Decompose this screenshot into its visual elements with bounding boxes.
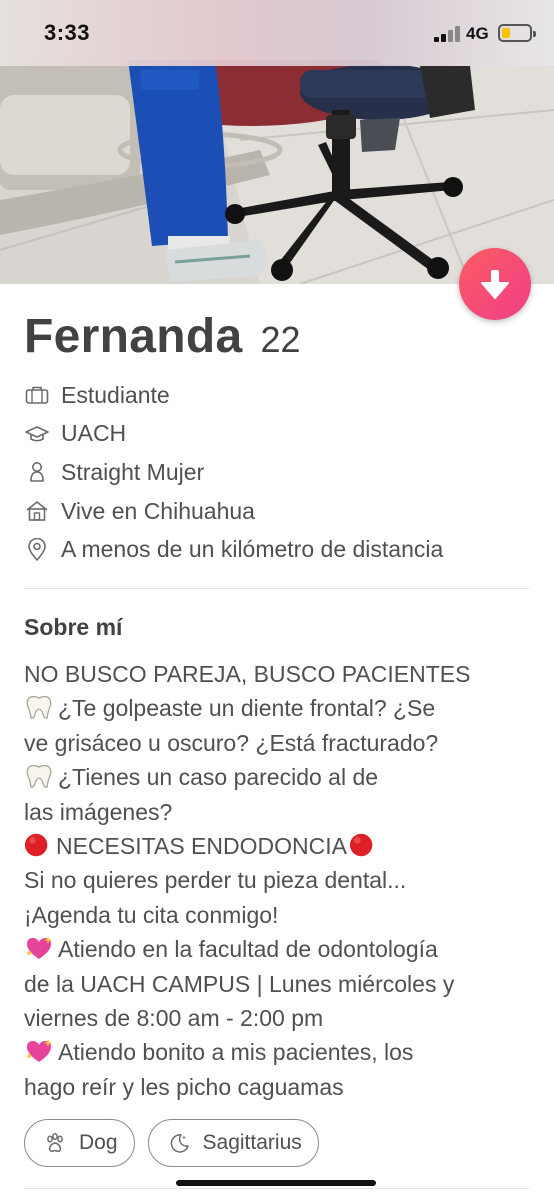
- battery-icon: [498, 24, 536, 42]
- status-bar: 3:33 4G: [0, 0, 554, 66]
- sparkling-heart-emoji-icon: [26, 936, 52, 960]
- bio-line: Atiendo bonito a mis pacientes, los: [24, 1035, 544, 1069]
- bio-line: ¿Te golpeaste un diente frontal? ¿Se: [24, 691, 544, 725]
- red-circle-emoji-icon: [24, 833, 48, 857]
- info-row-city: Vive en Chihuahua: [24, 492, 534, 531]
- info-city-text: Vive en Chihuahua: [61, 497, 255, 524]
- tag-chip-pet[interactable]: Dog: [24, 1119, 135, 1167]
- bio-line: hago reír y les picho caguamas: [24, 1073, 344, 1100]
- profile-name: Fernanda: [24, 310, 243, 363]
- moon-icon: [167, 1131, 191, 1155]
- paw-icon: [43, 1131, 67, 1155]
- home-icon: [24, 498, 50, 524]
- cellular-signal-icon: [434, 26, 460, 42]
- info-row-distance: A menos de un kilómetro de distancia: [24, 530, 534, 569]
- bio-line: las imágenes?: [24, 798, 173, 825]
- tooth-emoji-icon: [26, 696, 52, 720]
- about-bio: NO BUSCO PAREJA, BUSCO PACIENTES ¿Te gol…: [24, 657, 544, 1104]
- profile-info-list: Estudiante UACH Straight Mujer Vive en C…: [24, 376, 534, 569]
- bio-line: NECESITAS ENDODONCIA: [24, 829, 544, 863]
- info-job-text: Estudiante: [61, 381, 170, 408]
- bio-line: NO BUSCO PAREJA, BUSCO PACIENTES: [24, 661, 471, 687]
- battery-level: [502, 28, 510, 38]
- network-type: 4G: [466, 24, 489, 43]
- home-indicator[interactable]: [176, 1180, 376, 1186]
- sparkling-heart-emoji-icon: [26, 1039, 52, 1063]
- info-school-text: UACH: [61, 420, 127, 447]
- profile-age: 22: [260, 319, 301, 360]
- collapse-profile-button[interactable]: [459, 248, 531, 320]
- bio-line: ¿Tienes un caso parecido al de: [24, 760, 544, 794]
- bio-line: viernes de 8:00 am - 2:00 pm: [24, 1005, 324, 1032]
- tag-chip-zodiac[interactable]: Sagittarius: [147, 1119, 319, 1167]
- arrow-down-icon: [481, 270, 509, 299]
- info-row-school: UACH: [24, 415, 534, 454]
- tooth-emoji-icon: [26, 765, 52, 789]
- interest-tags: Dog Sagittarius: [24, 1119, 332, 1167]
- clock: 3:33: [44, 20, 91, 45]
- divider: [24, 588, 530, 589]
- red-circle-emoji-icon: [349, 833, 373, 857]
- about-title: Sobre mí: [24, 614, 123, 640]
- bio-line: ¡Agenda tu cita conmigo!: [24, 901, 279, 928]
- info-distance-text: A menos de un kilómetro de distancia: [61, 536, 444, 563]
- divider: [24, 1188, 530, 1189]
- location-pin-icon: [24, 537, 50, 563]
- profile-header: Fernanda 22: [24, 309, 301, 364]
- graduation-cap-icon: [24, 421, 50, 447]
- bio-line: ve grisáceo u oscuro? ¿Está fracturado?: [24, 729, 439, 756]
- tag-pet-label: Dog: [79, 1131, 118, 1154]
- bio-line: de la UACH CAMPUS | Lunes miércoles y: [24, 970, 455, 997]
- tag-zodiac-label: Sagittarius: [202, 1131, 302, 1154]
- bio-line: Si no quieres perder tu pieza dental...: [24, 867, 407, 894]
- info-row-job: Estudiante: [24, 376, 534, 415]
- bio-line: Atiendo en la facultad de odontología: [24, 932, 544, 966]
- person-icon: [24, 459, 50, 485]
- info-orientation-text: Straight Mujer: [61, 458, 205, 485]
- briefcase-icon: [24, 382, 50, 408]
- info-row-orientation: Straight Mujer: [24, 453, 534, 492]
